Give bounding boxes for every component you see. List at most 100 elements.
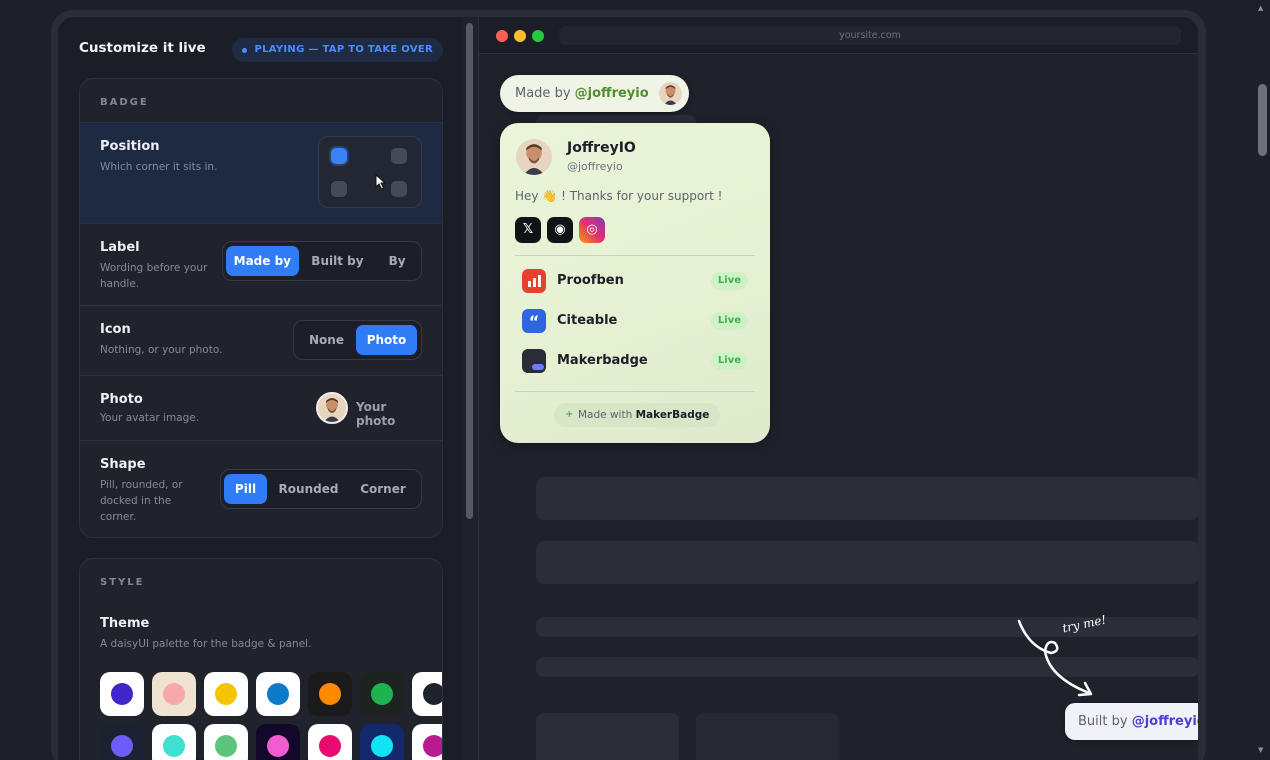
theme-swatch[interactable] [412,724,442,760]
icon-option-none[interactable]: None [297,325,356,355]
page-scrollbar-thumb[interactable] [1258,84,1267,156]
label-option-built-by[interactable]: Built by [299,246,377,276]
icon-option-photo[interactable]: Photo [356,325,417,355]
maker-badge-bottom[interactable]: Built by @joffreyio [1065,703,1198,740]
theme-desc: A daisyUI palette for the badge & panel. [100,638,312,650]
shape-option-rounded[interactable]: Rounded [267,474,350,504]
close-window-dot [496,30,508,42]
made-with-link[interactable]: Made with MakerBadge [554,403,721,427]
position-desc: Which corner it sits in. [100,161,218,173]
photo-picker-button[interactable]: Your photo [316,392,422,428]
shape-label: Shape [100,457,146,472]
product-item[interactable]: “ Citeable Live [522,309,748,333]
instagram-icon[interactable]: ◎ [579,217,605,243]
theme-swatch[interactable] [152,724,196,760]
label-option-by[interactable]: By [376,246,418,276]
customize-header: Customize it live PLAYING — TAP TO TAKE … [79,38,443,62]
theme-swatch[interactable] [100,724,144,760]
theme-swatch[interactable] [308,724,352,760]
theme-swatch[interactable] [256,724,300,760]
theme-swatch[interactable] [360,672,404,716]
theme-swatch[interactable] [256,672,300,716]
maker-panel: JoffreyIO @joffreyio Hey 👋 ! Thanks for … [500,123,770,443]
avatar [316,392,348,424]
made-with-brand: MakerBadge [635,409,710,421]
scroll-down-arrow-icon[interactable]: ▼ [1258,746,1263,754]
shape-row: Shape Pill, rounded, or docked in the co… [80,440,442,537]
badge-prefix: Built by [1078,714,1128,729]
position-top-left[interactable] [331,148,347,164]
shape-option-corner[interactable]: Corner [350,474,416,504]
product-name: Proofben [557,273,624,288]
theme-swatch[interactable] [412,672,442,716]
badge-prefix: Made by [515,86,571,101]
position-picker [318,136,422,208]
shape-option-pill[interactable]: Pill [224,474,267,504]
theme-color-dot [215,683,237,705]
theme-swatch[interactable] [100,672,144,716]
maximize-window-dot [532,30,544,42]
icon-selector: None Photo [293,320,422,360]
browser-bar: yoursite.com [479,17,1198,54]
minimize-window-dot [514,30,526,42]
product-item[interactable]: Makerbadge Live [522,349,748,373]
panel-handle: @joffreyio [567,160,623,173]
theme-color-dot [215,735,237,757]
maker-badge-top[interactable]: Made by @joffreyio [500,75,689,112]
makerbadge-icon [522,349,546,373]
mouse-cursor-icon [375,174,387,190]
theme-swatch[interactable] [308,672,352,716]
photo-row: Photo Your avatar image. Your photo [80,375,442,440]
theme-color-dot [267,735,289,757]
theme-swatch[interactable] [360,724,404,760]
status-badge: Live [710,352,748,370]
theme-swatch[interactable] [204,672,248,716]
product-name: Makerbadge [557,353,648,368]
position-top-right[interactable] [391,148,407,164]
theme-color-dot [163,735,185,757]
badge-handle: @joffreyio [1131,714,1198,729]
theme-color-dot [111,683,133,705]
badge-handle: @joffreyio [574,86,649,101]
status-badge: Live [710,272,748,290]
github-icon[interactable]: ◉ [547,217,573,243]
made-with-prefix: Made with [578,409,633,421]
label-row: Label Wording before your handle. Made b… [80,223,442,305]
badge-section-title: BADGE [100,97,149,108]
x-icon[interactable]: 𝕏 [515,217,541,243]
theme-swatch[interactable] [204,724,248,760]
position-bottom-left[interactable] [331,181,347,197]
label-desc: Wording before your handle. [100,262,208,290]
theme-color-dot [163,683,185,705]
photo-desc: Your avatar image. [100,412,200,424]
shape-selector: Pill Rounded Corner [220,469,422,509]
style-section-title: STYLE [100,577,145,588]
playing-button[interactable]: PLAYING — TAP TO TAKE OVER [232,38,443,62]
skeleton-block [536,541,1198,584]
style-section: STYLE Theme A daisyUI palette for the ba… [79,558,443,760]
product-name: Citeable [557,313,618,328]
site-preview: yoursite.com Made by @joffreyio JoffreyI… [478,17,1198,760]
position-bottom-right[interactable] [391,181,407,197]
product-item[interactable]: Proofben Live [522,269,748,293]
scroll-up-arrow-icon[interactable]: ▲ [1258,4,1263,12]
theme-swatch[interactable] [152,672,196,716]
icon-row: Icon Nothing, or your photo. None Photo [80,305,442,375]
proofben-icon [522,269,546,293]
photo-label: Photo [100,392,143,407]
shape-desc: Pill, rounded, or docked in the corner. [100,479,183,523]
skeleton-block [536,477,1198,520]
app-window: Customize it live PLAYING — TAP TO TAKE … [58,17,1198,760]
theme-color-dot [319,683,341,705]
theme-color-dot [319,735,341,757]
theme-label: Theme [100,616,150,631]
panel-divider [515,391,755,392]
left-panel-scrollbar[interactable] [466,23,473,519]
customize-panel: Customize it live PLAYING — TAP TO TAKE … [58,17,462,760]
icon-label: Icon [100,322,131,337]
label-option-made-by[interactable]: Made by [226,246,299,276]
badge-section: BADGE Position Which corner it sits in. … [79,78,443,538]
panel-divider [515,255,755,256]
status-badge: Live [710,312,748,330]
url-bar: yoursite.com [559,26,1181,45]
